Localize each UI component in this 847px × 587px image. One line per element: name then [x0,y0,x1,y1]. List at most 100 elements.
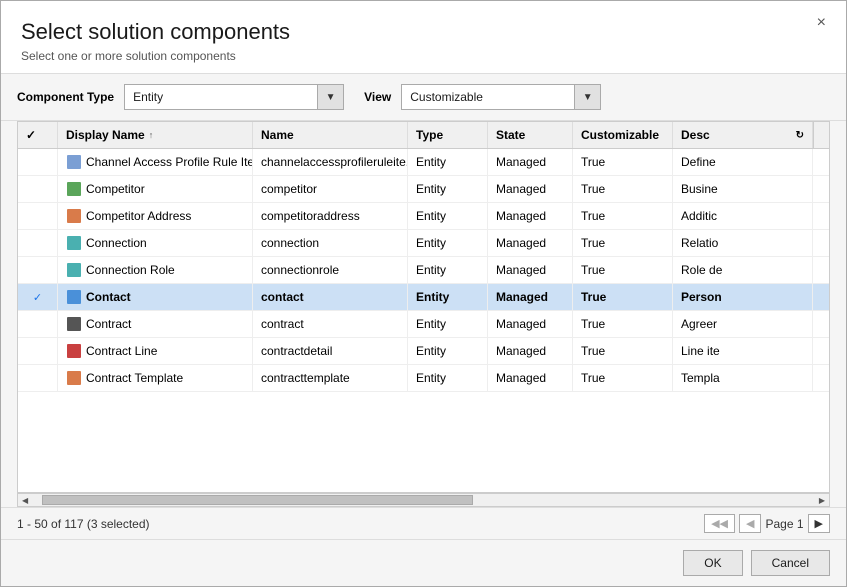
row-display-name: Connection [58,230,253,256]
row-type: Entity [408,284,488,310]
entity-icon [66,343,82,359]
component-type-value: Entity [125,90,317,104]
row-display-name: Channel Access Profile Rule Item [58,149,253,175]
entity-icon [66,289,82,305]
dialog-title: Select solution components [21,19,826,45]
horizontal-scrollbar[interactable]: ◀ ▶ [17,493,830,507]
hscroll-right-icon[interactable]: ▶ [815,496,829,505]
col-desc-label: Desc [681,128,710,142]
row-check[interactable] [18,203,58,229]
row-type: Entity [408,311,488,337]
row-state: Managed [488,365,573,391]
table-row[interactable]: Competitor competitor Entity Managed Tru… [18,176,829,203]
col-type-label: Type [416,128,443,142]
dialog-header: Select solution components Select one or… [1,1,846,74]
row-check[interactable]: ✓ [18,284,58,310]
refresh-icon[interactable]: ↻ [796,130,804,141]
count-text: 1 - 50 of 117 (3 selected) [17,517,150,531]
col-display-name-label: Display Name [66,128,145,142]
row-customizable: True [573,311,673,337]
row-check[interactable] [18,257,58,283]
row-check[interactable] [18,311,58,337]
hscroll-thumb[interactable] [42,495,472,505]
col-customizable[interactable]: Customizable [573,122,673,148]
row-display-name: Contract Template [58,365,253,391]
table-row[interactable]: Connection Role connectionrole Entity Ma… [18,257,829,284]
row-desc: Person [673,284,813,310]
row-type: Entity [408,230,488,256]
entity-icon [66,262,82,278]
view-label: View [364,90,391,104]
row-check[interactable] [18,149,58,175]
component-type-select[interactable]: Entity ▼ [124,84,344,110]
row-check[interactable] [18,365,58,391]
entity-icon [66,181,82,197]
col-desc[interactable]: Desc ↻ [673,122,813,148]
entity-icon [66,208,82,224]
row-customizable: True [573,284,673,310]
table-row[interactable]: Channel Access Profile Rule Item channel… [18,149,829,176]
row-name: connectionrole [253,257,408,283]
select-solution-components-dialog: Select solution components Select one or… [0,0,847,587]
cancel-button[interactable]: Cancel [751,550,830,576]
view-arrow-icon[interactable]: ▼ [574,85,600,109]
col-name-label: Name [261,128,294,142]
col-check[interactable]: ✓ [18,122,58,148]
row-name: competitoraddress [253,203,408,229]
row-display-name: Contact [58,284,253,310]
col-name[interactable]: Name [253,122,408,148]
view-value: Customizable [402,90,574,104]
row-name: contact [253,284,408,310]
close-button[interactable]: × [811,13,832,33]
row-display-name: Connection Role [58,257,253,283]
col-customizable-label: Customizable [581,128,659,142]
component-type-arrow-icon[interactable]: ▼ [317,85,343,109]
grid-footer: 1 - 50 of 117 (3 selected) ◀◀ ◀ Page 1 ▶ [1,507,846,539]
row-state: Managed [488,203,573,229]
row-check[interactable] [18,230,58,256]
row-type: Entity [408,365,488,391]
hscroll-track[interactable] [32,494,815,506]
row-type: Entity [408,149,488,175]
table-row[interactable]: Contract contract Entity Managed True Ag… [18,311,829,338]
dialog-footer: OK Cancel [1,539,846,586]
next-page-button[interactable]: ▶ [808,514,830,533]
row-state: Managed [488,149,573,175]
view-select[interactable]: Customizable ▼ [401,84,601,110]
row-desc: Relatio [673,230,813,256]
row-desc: Agreer [673,311,813,337]
row-state: Managed [488,230,573,256]
table-row[interactable]: Contract Template contracttemplate Entit… [18,365,829,392]
col-type[interactable]: Type [408,122,488,148]
row-state: Managed [488,176,573,202]
table-row[interactable]: Competitor Address competitoraddress Ent… [18,203,829,230]
row-desc: Templa [673,365,813,391]
entity-icon [66,154,82,170]
row-display-name: Competitor [58,176,253,202]
row-type: Entity [408,257,488,283]
col-state-label: State [496,128,525,142]
prev-page-button[interactable]: ◀ [739,514,761,533]
row-type: Entity [408,176,488,202]
ok-button[interactable]: OK [683,550,742,576]
row-type: Entity [408,203,488,229]
table-row[interactable]: ✓ Contact contact Entity Managed True Pe… [18,284,829,311]
table-row[interactable]: Connection connection Entity Managed Tru… [18,230,829,257]
hscroll-left-icon[interactable]: ◀ [18,496,32,505]
table-row[interactable]: Contract Line contractdetail Entity Mana… [18,338,829,365]
row-desc: Define [673,149,813,175]
row-check[interactable] [18,338,58,364]
col-display-name[interactable]: Display Name ↑ [58,122,253,148]
sort-asc-icon: ↑ [149,130,154,140]
row-desc: Additic [673,203,813,229]
row-state: Managed [488,284,573,310]
row-name: competitor [253,176,408,202]
content-body: ✓ Display Name ↑ Name Type State Customi… [1,121,846,539]
row-name: contractdetail [253,338,408,364]
row-customizable: True [573,149,673,175]
grid-body[interactable]: Channel Access Profile Rule Item channel… [18,149,829,492]
col-state[interactable]: State [488,122,573,148]
row-name: contracttemplate [253,365,408,391]
row-check[interactable] [18,176,58,202]
first-page-button[interactable]: ◀◀ [704,514,735,533]
